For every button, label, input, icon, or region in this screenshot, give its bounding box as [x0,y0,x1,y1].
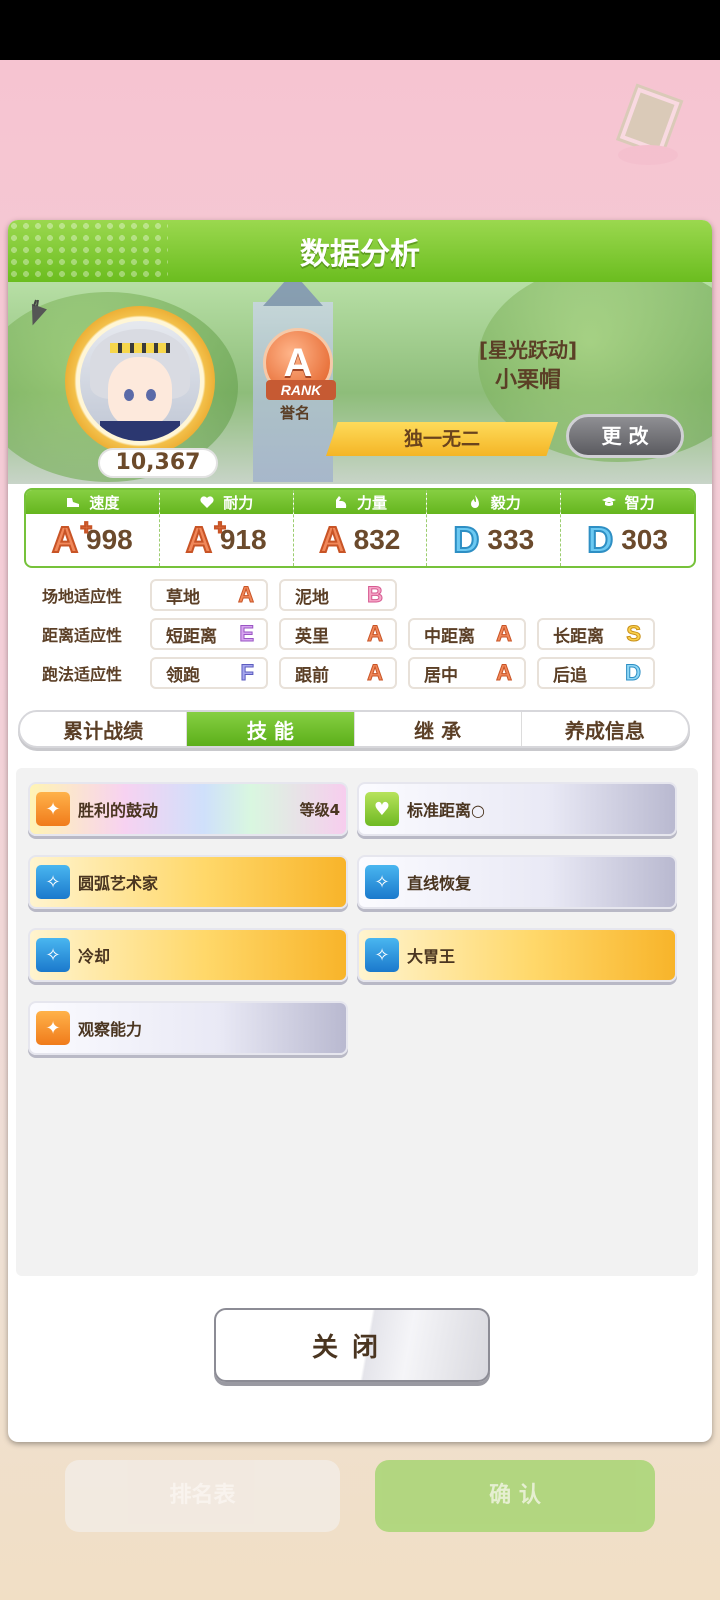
fire-icon [470,495,479,508]
modal-header: 数据分析 [8,220,712,282]
background-ranking-button: 排名表 [65,1460,340,1532]
stat-speed: 速度 A +998 [26,490,160,566]
stat-grade: D [452,519,480,560]
data-analysis-modal: 数据分析 10,367 A RANK 誉名 [星光跃动] 小栗帽 独一无二 更 … [8,220,712,1442]
aptitude-medium: 中距离 A [408,618,526,650]
carrot-icon [31,299,47,326]
aptitude-short: 短距离 E [150,618,268,650]
modal-title: 数据分析 [300,237,420,272]
stat-value: 303 [621,524,668,555]
aptitude-late: 居中 A [408,657,526,689]
shoe-icon [67,498,80,507]
close-button[interactable]: 关闭 [214,1308,490,1382]
track-aptitude-row: 场地适应性 草地 A 泥地 B [24,578,704,612]
epithet-banner: 独一无二 [326,422,558,456]
character-avatar[interactable] [65,306,215,456]
skill-sparkle-icon: ✧ [36,865,70,899]
rank-ribbon: RANK [266,380,336,400]
skill-item[interactable]: ♥ 标准距离○ [357,782,677,836]
aptitude-label: 场地适应性 [42,587,123,606]
skill-orange-icon: ✦ [36,792,70,826]
status-bar [0,0,720,60]
tab-inheritance[interactable]: 继 承 [355,712,522,746]
skill-item[interactable]: ✧ 冷却 [28,928,348,982]
tab-bar: 累计战绩 技 能 继 承 养成信息 [18,710,690,748]
skill-item[interactable]: ✧ 直线恢复 [357,855,677,909]
aptitude-end: 后追 D [537,657,655,689]
stat-grade: A [319,519,347,560]
background-confirm-button: 确 认 [375,1460,655,1532]
aptitude-pace: 跟前 A [279,657,397,689]
skill-item[interactable]: ✧ 圆弧艺术家 [28,855,348,909]
stat-wisdom: 智力 D 303 [561,490,694,566]
tab-training-info[interactable]: 养成信息 [522,712,688,746]
character-name: 小栗帽 [494,368,561,393]
heart-icon [200,496,214,508]
rank-caption: 誉名 [280,404,311,422]
aptitude-front: 领跑 F [150,657,268,689]
aptitude-label: 距离适应性 [42,626,123,645]
skill-orange-icon: ✦ [36,1011,70,1045]
stat-grade: A + [185,517,227,560]
tab-race-record[interactable]: 累计战绩 [20,712,188,746]
background-logo-icon [615,83,684,165]
aptitude-long: 长距离 S [537,618,655,650]
distance-aptitude-row: 距离适应性 短距离 E 英里 A 中距离 A 长距离 S [24,617,704,651]
skill-item[interactable]: ✦ 胜利的鼓动 等级4 [28,782,348,836]
skill-sparkle-icon: ✧ [365,938,399,972]
aptitude-turf: 草地 A [150,579,268,611]
change-epithet-button[interactable]: 更 改 [566,414,684,458]
skill-heart-icon: ♥ [365,792,399,826]
aptitude-dirt: 泥地 B [279,579,397,611]
skills-list: ✦ 胜利的鼓动 等级4 ♥ 标准距离○ ✧ 圆弧艺术家 ✧ 直线恢复 ✧ 冷却 … [16,768,698,1276]
aptitude-mile: 英里 A [279,618,397,650]
skill-item[interactable]: ✦ 观察能力 [28,1001,348,1055]
stat-value: 832 [353,524,401,555]
stat-power: 力量 A 832 [293,490,428,566]
skill-sparkle-icon: ✧ [365,865,399,899]
stat-grade: A + [51,517,93,560]
skill-sparkle-icon: ✧ [36,938,70,972]
stat-value: 918 [219,524,267,555]
rank-letter: A [283,340,313,385]
graduation-cap-icon [601,497,616,506]
skill-item[interactable]: ✧ 大胃王 [357,928,677,982]
skill-level: 等级4 [299,800,340,819]
aptitude-label: 跑法适应性 [42,665,123,684]
stat-stamina: 耐力 A +918 [159,490,294,566]
stat-guts: 毅力 D 333 [427,490,562,566]
character-banner: 10,367 A RANK 誉名 [星光跃动] 小栗帽 独一无二 更 改 [8,282,712,484]
character-title: [星光跃动] [478,338,578,362]
stat-grade: D [586,519,614,560]
stat-value: 998 [86,524,133,555]
stat-value: 333 [487,524,535,555]
fan-count: 10,367 [98,448,218,478]
muscle-icon [335,496,347,508]
tab-skills[interactable]: 技 能 [187,712,355,746]
style-aptitude-row: 跑法适应性 领跑 F 跟前 A 居中 A 后追 D [24,656,704,690]
stats-panel: 速度 A +998 耐力 A +918 力量 A 832 毅力 D 333 智力 D 30… [24,488,696,568]
